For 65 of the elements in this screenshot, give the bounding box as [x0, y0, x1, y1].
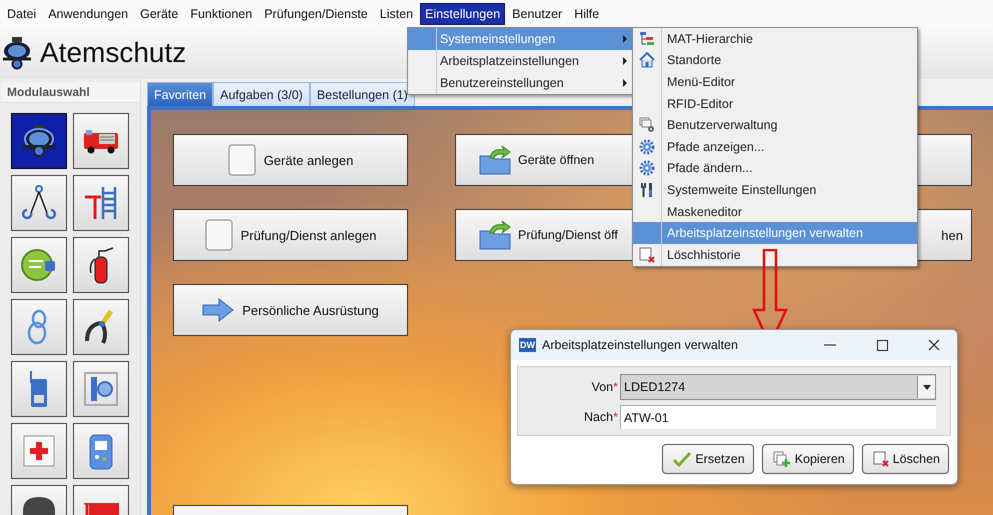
- dialog-button[interactable]: Kopieren: [762, 444, 854, 474]
- module-button[interactable]: [73, 237, 129, 293]
- tools-icon: [639, 182, 655, 198]
- module-button[interactable]: [73, 423, 129, 479]
- blank-square-icon: [204, 219, 233, 251]
- module-button[interactable]: [11, 237, 67, 293]
- module-button[interactable]: [11, 113, 67, 169]
- arrow-right-icon: [202, 298, 234, 322]
- menu-item[interactable]: Standorte: [633, 50, 917, 72]
- gear-icon: [639, 160, 655, 176]
- dialog-title: Arbeitsplatzeinstellungen verwalten: [542, 338, 739, 352]
- panel-title: Modulauswahl: [1, 82, 140, 103]
- menu-item[interactable]: Benutzer: [507, 2, 568, 24]
- field-label: Nach*: [582, 410, 619, 424]
- dialog-button[interactable]: Löschen: [862, 444, 949, 474]
- tab[interactable]: Bestellungen (1): [310, 82, 415, 106]
- house-icon: [639, 52, 655, 68]
- app-logo: DW: [519, 338, 536, 352]
- gear-icon: [639, 138, 655, 155]
- windows-gear-icon: [639, 117, 655, 134]
- module-button[interactable]: [73, 175, 129, 231]
- submenu-arrow-icon: [623, 35, 627, 43]
- menu-item[interactable]: Einstellungen: [420, 2, 506, 24]
- favorite-button[interactable]: Prüfung/Dienst anlegen: [173, 209, 408, 261]
- module-button[interactable]: [11, 299, 67, 355]
- favorite-button[interactable]: Persönliche Ausrüstung: [173, 284, 408, 336]
- diving-mask-icon: [2, 36, 32, 70]
- submenu-arrow-icon: [623, 79, 627, 87]
- menu-item[interactable]: Geräte: [135, 2, 184, 24]
- module-button[interactable]: [73, 113, 129, 169]
- menu-item[interactable]: Anwendungen: [43, 2, 134, 24]
- module-button[interactable]: [73, 299, 129, 355]
- module-button[interactable]: [11, 423, 67, 479]
- delete-icon: [639, 246, 655, 263]
- menu-item[interactable]: Menü-Editor: [633, 71, 917, 93]
- menu-item[interactable]: Arbeitsplatzeinstellungen: [408, 50, 632, 72]
- menu-item[interactable]: RFID-Editor: [633, 92, 917, 114]
- menu-item[interactable]: Hilfe: [569, 2, 604, 24]
- module-button[interactable]: [73, 361, 129, 417]
- app-title: Atemschutz: [40, 37, 186, 69]
- menu-item[interactable]: MAT-Hierarchie: [633, 28, 917, 50]
- menu-item[interactable]: Benutzerverwaltung: [633, 114, 917, 136]
- tab[interactable]: Aufgaben (3/0): [213, 82, 310, 106]
- field-label: Von*: [590, 380, 619, 394]
- menu-item[interactable]: Funktionen: [185, 2, 258, 24]
- close-icon: [928, 339, 940, 351]
- tab[interactable]: Favoriten: [147, 82, 214, 106]
- copy-plus-icon: [772, 451, 791, 467]
- dialog-button[interactable]: Ersetzen: [662, 444, 754, 474]
- module-button[interactable]: [11, 361, 67, 417]
- maximize-icon: [876, 340, 888, 350]
- module-button[interactable]: [11, 175, 67, 231]
- menu-item[interactable]: Datei: [2, 2, 42, 24]
- favorite-button[interactable]: Geräte anlegen: [173, 134, 408, 186]
- blank-square-icon: [228, 144, 256, 176]
- dropdown-field[interactable]: LDED1274: [620, 374, 936, 400]
- input-field[interactable]: ATW-01: [620, 405, 936, 429]
- menu-item[interactable]: Listen: [374, 2, 418, 24]
- delete-icon: [872, 451, 889, 467]
- hierarchy-icon: [639, 30, 655, 47]
- caret-icon: [922, 384, 930, 390]
- menu-item[interactable]: Prüfungen/Dienste: [259, 2, 373, 24]
- minimize-icon: [824, 344, 836, 346]
- check-icon: [673, 451, 692, 467]
- submenu-arrow-icon: [623, 57, 627, 65]
